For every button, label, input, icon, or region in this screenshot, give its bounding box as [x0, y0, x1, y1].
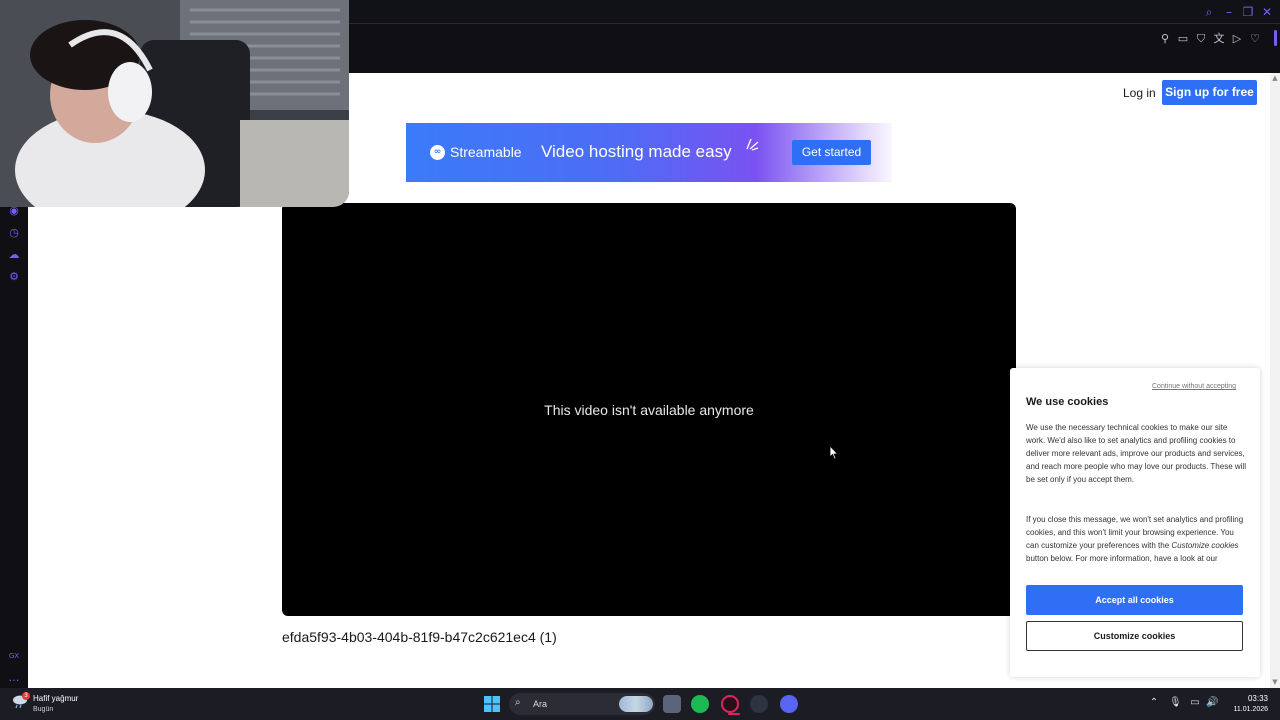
more-icon[interactable]: … [6, 670, 22, 686]
mouse-cursor-icon [829, 445, 839, 460]
file-explorer-icon[interactable] [663, 695, 681, 713]
continue-without-accepting-link[interactable]: Continue without accepting [1152, 382, 1236, 391]
banner-headline: Video hosting made easy [541, 142, 732, 161]
volume-icon[interactable]: 🔊 [1206, 697, 1218, 709]
cookie-description: We use the necessary technical cookies t… [1026, 423, 1246, 484]
login-link[interactable]: Log in [1123, 85, 1156, 101]
gx-icon[interactable]: GX [6, 648, 22, 664]
windows-start-icon[interactable] [484, 696, 500, 712]
cookie-p2-after: button below. For more information, have… [1026, 554, 1218, 563]
scroll-down-icon[interactable]: ▼ [1271, 678, 1279, 686]
settings-icon[interactable]: ⚙ [6, 269, 22, 285]
sparkle-icon [746, 138, 759, 151]
clock-time[interactable]: 03:33 [1236, 694, 1268, 704]
clock-date[interactable]: 11.01.2026 [1222, 705, 1268, 714]
minimize-icon[interactable]: – [1221, 4, 1237, 20]
close-icon[interactable]: ✕ [1259, 4, 1275, 20]
bookmarks-sidebar-icon[interactable]: ☁ [6, 247, 22, 263]
taskbar-search-placeholder: Ara [533, 699, 548, 709]
customize-cookies-button[interactable]: Customize cookies [1026, 621, 1243, 651]
page-scrollbar[interactable] [1270, 73, 1280, 688]
shield-icon[interactable]: ⛉ [1193, 31, 1209, 47]
weather-text[interactable]: Hafif yağmur [33, 694, 78, 704]
webcam-overlay [0, 0, 349, 207]
sidebar-toggle-icon[interactable] [1274, 30, 1277, 46]
microphone-icon[interactable]: 🎙 [1169, 697, 1182, 709]
weather-subtext: Bugün [33, 706, 54, 713]
cookie-title: We use cookies [1026, 396, 1109, 408]
send-icon[interactable]: ▷ [1229, 31, 1245, 47]
banner-get-started-button[interactable]: Get started [792, 140, 871, 165]
accept-all-cookies-button[interactable]: Accept all cookies [1026, 585, 1243, 615]
snapshot-icon[interactable]: ▭ [1175, 31, 1191, 47]
tray-chevron-icon[interactable]: ⌃ [1148, 697, 1160, 709]
opera-gx-icon[interactable] [721, 695, 739, 713]
search-highlight-image [619, 696, 653, 712]
restore-icon[interactable]: ❐ [1240, 4, 1256, 20]
history-icon[interactable]: ◷ [6, 225, 22, 241]
search-icon: ⌕ [515, 697, 521, 708]
discord-icon[interactable] [780, 695, 798, 713]
cookie-description-2: If you close this message, we won't set … [1026, 513, 1246, 565]
weather-badge: 3 [22, 692, 30, 700]
bookmark-icon[interactable]: ⚲ [1157, 31, 1173, 47]
banner-logo-text: Streamable [450, 144, 522, 160]
cookie-p2-emphasis: Customize cookies [1171, 541, 1239, 550]
streamable-logo-icon: ∞ [430, 145, 445, 160]
translate-icon[interactable]: 文 [1211, 31, 1227, 47]
network-icon[interactable]: ▭ [1189, 697, 1201, 709]
video-title: efda5f93-4b03-404b-81f9-b47c2c621ec4 (1) [282, 629, 557, 645]
signup-button[interactable]: Sign up for free [1162, 80, 1257, 105]
heart-icon[interactable]: ♡ [1247, 31, 1263, 47]
spotify-icon[interactable] [691, 695, 709, 713]
scroll-up-icon[interactable]: ▲ [1271, 74, 1279, 82]
browser-search-icon[interactable]: ⌕ [1201, 4, 1217, 20]
video-unavailable-message: This video isn't available anymore [544, 402, 754, 418]
steam-icon[interactable] [750, 695, 768, 713]
active-app-indicator [728, 713, 740, 715]
